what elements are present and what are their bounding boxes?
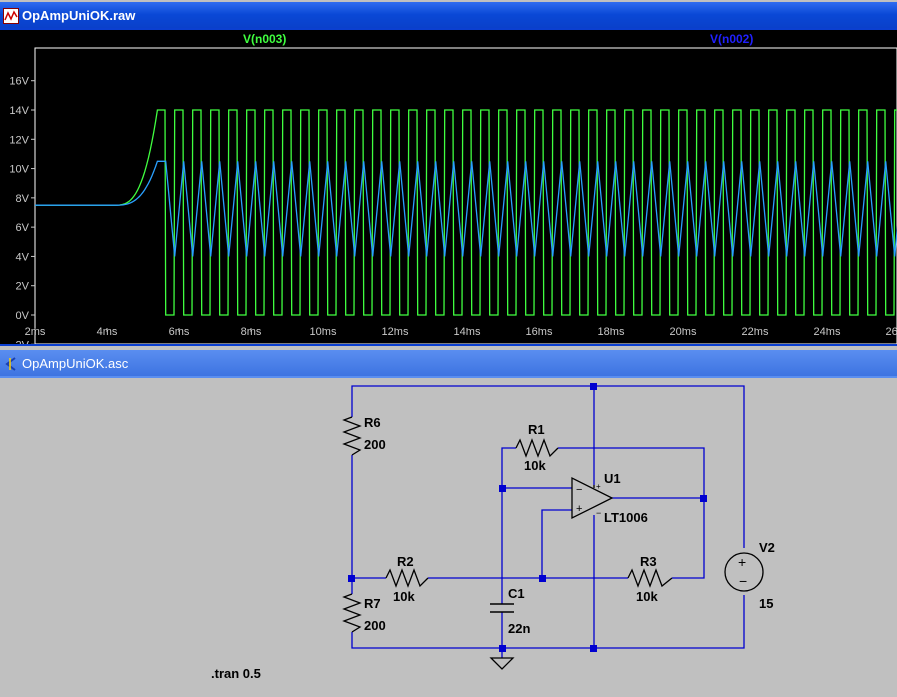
y-tick-label: 8V: [16, 193, 30, 205]
waveform-chart[interactable]: -2V 0V 2V 4V 6V 8V 10V 12V 14V 16V 2ms 4ms 6ms 8ms 10…: [0, 30, 897, 351]
trace-label-v-n002[interactable]: V(n002): [710, 32, 753, 46]
v2-name: V2: [759, 540, 775, 555]
supply-minus-sign: −: [596, 508, 601, 518]
y-tick-label: 0V: [16, 310, 30, 322]
x-tick-label: 24ms: [814, 326, 841, 338]
x-tick-label: 26ms: [886, 326, 897, 338]
schematic-canvas[interactable]: R6 200 R7 200 R1 10k R2 10k R3 10k C1 22…: [0, 378, 897, 692]
opamp-schematic-icon: [5, 357, 16, 371]
ground-icon[interactable]: [489, 657, 515, 670]
x-tick-label: 4ms: [97, 326, 118, 338]
noninverting-input-sign: +: [576, 503, 582, 515]
waveform-plot[interactable]: -2V 0V 2V 4V 6V 8V 10V 12V 14V 16V 2ms 4ms 6ms 8ms 10…: [0, 30, 897, 351]
voltage-source-v2[interactable]: + − V2 15: [724, 540, 775, 611]
y-tick-label: 6V: [16, 222, 30, 234]
x-tick-label: 12ms: [382, 326, 409, 338]
r1-value: 10k: [524, 458, 546, 473]
r2-name: R2: [397, 554, 414, 569]
c1-name: C1: [508, 586, 525, 601]
v2-value: 15: [759, 596, 773, 611]
waveform-icon: [3, 8, 19, 24]
r7-value: 200: [364, 618, 386, 633]
x-tick-label: 14ms: [454, 326, 481, 338]
r6-value: 200: [364, 437, 386, 452]
y-tick-label: -2V: [12, 339, 30, 344]
window-title: OpAmpUniOK.asc: [22, 356, 129, 371]
y-tick-label: 10V: [9, 164, 29, 176]
r6-name: R6: [364, 415, 381, 430]
r7-name: R7: [364, 596, 381, 611]
minus-sign: −: [739, 573, 747, 589]
resistor-r3[interactable]: R3 10k: [627, 554, 673, 604]
x-tick-label: 16ms: [526, 326, 553, 338]
capacitor-c1[interactable]: C1 22n: [490, 586, 530, 636]
y-tick-label: 4V: [16, 251, 30, 263]
supply-plus-sign: +: [596, 482, 601, 491]
schematic-window-titlebar[interactable]: OpAmpUniOK.asc: [0, 350, 897, 378]
x-tick-label: 2ms: [25, 326, 46, 338]
r3-name: R3: [640, 554, 657, 569]
x-tick-label: 20ms: [670, 326, 697, 338]
trace-label-v-n003[interactable]: V(n003): [243, 32, 286, 46]
plus-sign: +: [738, 554, 746, 570]
u1-value: LT1006: [604, 510, 648, 525]
window-title: OpAmpUniOK.raw: [22, 8, 136, 23]
r2-value: 10k: [393, 589, 415, 604]
resistor-r7[interactable]: R7 200: [342, 593, 386, 633]
y-tick-label: 16V: [9, 76, 29, 88]
resistor-r2[interactable]: R2 10k: [385, 554, 429, 604]
waveform-window-titlebar[interactable]: OpAmpUniOK.raw: [0, 2, 897, 30]
resistor-r6[interactable]: R6 200: [342, 415, 386, 456]
y-tick-label: 12V: [9, 134, 29, 146]
c1-value: 22n: [508, 621, 530, 636]
y-tick-label: 14V: [9, 105, 29, 117]
r1-name: R1: [528, 422, 545, 437]
x-tick-label: 22ms: [742, 326, 769, 338]
spice-directive[interactable]: .tran 0.5: [211, 666, 261, 681]
x-tick-label: 10ms: [310, 326, 337, 338]
wires: [351, 385, 745, 658]
inverting-input-sign: −: [576, 484, 582, 496]
r3-value: 10k: [636, 589, 658, 604]
y-tick-label: 2V: [16, 281, 30, 293]
u1-name: U1: [604, 471, 621, 486]
x-tick-label: 18ms: [598, 326, 625, 338]
x-tick-label: 6ms: [169, 326, 190, 338]
x-tick-label: 8ms: [241, 326, 262, 338]
resistor-r1[interactable]: R1 10k: [515, 422, 559, 473]
